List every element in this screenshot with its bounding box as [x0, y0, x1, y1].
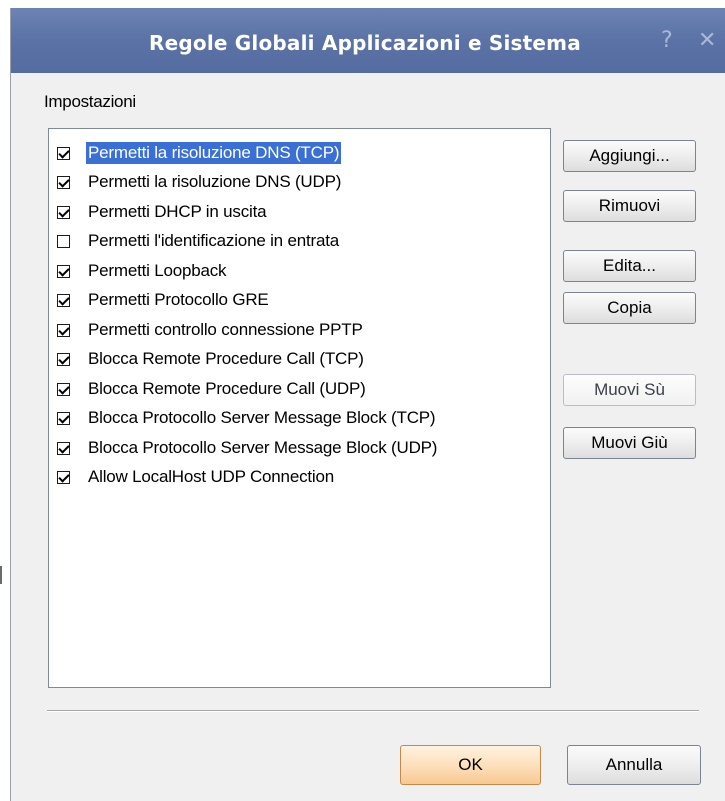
remove-button[interactable]: Rimuovi: [563, 190, 696, 222]
help-icon[interactable]: ?: [661, 28, 673, 53]
rule-item[interactable]: Permetti Loopback: [57, 258, 537, 284]
rule-checkbox[interactable]: [57, 234, 70, 248]
rule-item[interactable]: Blocca Remote Procedure Call (UDP): [57, 376, 537, 402]
dialog-title: Regole Globali Applicazioni e Sistema: [149, 31, 581, 55]
rule-item[interactable]: Permetti Protocollo GRE: [57, 287, 537, 313]
rule-label: Permetti l'identificazione in entrata: [88, 231, 339, 250]
rule-checkbox[interactable]: [57, 382, 70, 396]
rule-checkbox[interactable]: [57, 470, 70, 484]
copy-button[interactable]: Copia: [563, 292, 696, 324]
edit-button[interactable]: Edita...: [563, 250, 696, 282]
rule-label: Permetti DHCP in uscita: [88, 202, 267, 221]
rule-label: Blocca Remote Procedure Call (TCP): [88, 349, 364, 368]
footer-separator: [47, 710, 699, 712]
rule-item[interactable]: Permetti l'identificazione in entrata: [57, 228, 537, 254]
cancel-button[interactable]: Annulla: [567, 745, 701, 785]
rule-label: Permetti Protocollo GRE: [88, 290, 269, 309]
rule-checkbox[interactable]: [57, 293, 70, 307]
rule-checkbox[interactable]: [57, 441, 70, 455]
rule-checkbox[interactable]: [57, 175, 70, 189]
rule-item[interactable]: Blocca Remote Procedure Call (TCP): [57, 346, 537, 372]
rule-checkbox[interactable]: [57, 264, 70, 278]
move-up-button[interactable]: Muovi Sù: [563, 374, 696, 406]
dialog-window: Regole Globali Applicazioni e Sistema ? …: [10, 8, 725, 801]
rule-label: Blocca Protocollo Server Message Block (…: [88, 408, 436, 427]
rule-item[interactable]: Allow LocalHost UDP Connection: [57, 464, 537, 490]
settings-group-label: Impostazioni: [44, 92, 136, 111]
ok-button[interactable]: OK: [400, 745, 541, 785]
rules-list[interactable]: Permetti la risoluzione DNS (TCP) Permet…: [48, 128, 551, 688]
rule-checkbox[interactable]: [57, 411, 70, 425]
rule-item[interactable]: Blocca Protocollo Server Message Block (…: [57, 435, 537, 461]
rule-label: Blocca Remote Procedure Call (UDP): [88, 379, 366, 398]
rule-label: Permetti controllo connessione PPTP: [88, 320, 363, 339]
rule-label: Permetti la risoluzione DNS (TCP): [86, 142, 342, 164]
rule-item[interactable]: Blocca Protocollo Server Message Block (…: [57, 405, 537, 431]
rule-checkbox[interactable]: [57, 205, 70, 219]
rule-item[interactable]: Permetti la risoluzione DNS (UDP): [57, 169, 537, 195]
rule-checkbox[interactable]: [57, 146, 70, 160]
rule-item[interactable]: Permetti la risoluzione DNS (TCP): [57, 140, 537, 166]
rule-label: Allow LocalHost UDP Connection: [88, 467, 334, 486]
add-button[interactable]: Aggiungi...: [563, 140, 696, 172]
rule-item[interactable]: Permetti controllo connessione PPTP: [57, 317, 537, 343]
rule-label: Blocca Protocollo Server Message Block (…: [88, 438, 438, 457]
rule-checkbox[interactable]: [57, 352, 70, 366]
title-bar[interactable]: Regole Globali Applicazioni e Sistema ? …: [11, 8, 725, 73]
close-icon[interactable]: ✕: [698, 28, 716, 53]
rule-label: Permetti la risoluzione DNS (UDP): [88, 172, 342, 191]
rule-item[interactable]: Permetti DHCP in uscita: [57, 199, 537, 225]
rule-label: Permetti Loopback: [88, 261, 227, 280]
window-edge-mark: [0, 566, 2, 584]
rule-checkbox[interactable]: [57, 323, 70, 337]
move-down-button[interactable]: Muovi Giù: [563, 427, 696, 459]
